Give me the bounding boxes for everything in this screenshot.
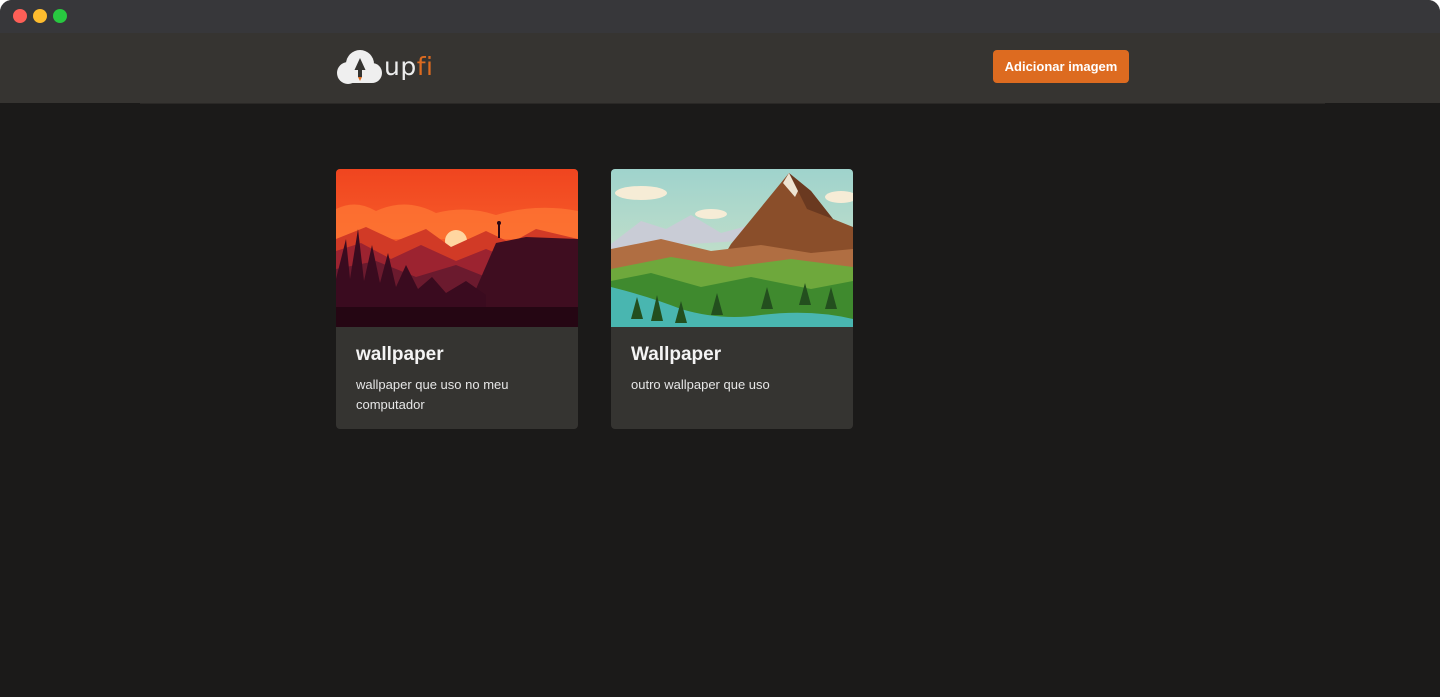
header-divider: [140, 103, 1325, 104]
cloud-upload-icon: [337, 50, 382, 84]
window-minimize-button[interactable]: [33, 9, 47, 23]
card-title: Wallpaper: [631, 344, 722, 365]
window-maximize-button[interactable]: [53, 9, 67, 23]
logo-text-fi: fi: [416, 52, 434, 81]
card-image[interactable]: [336, 169, 578, 327]
card-image[interactable]: [611, 169, 853, 327]
window-close-button[interactable]: [13, 9, 27, 23]
card-title: wallpaper: [356, 344, 444, 365]
image-card[interactable]: wallpaper wallpaper que uso no meu compu…: [336, 169, 578, 429]
card-description: outro wallpaper que uso: [631, 377, 770, 392]
app-header: [0, 33, 1440, 103]
add-image-button[interactable]: Adicionar imagem: [993, 50, 1129, 83]
logo-text: up fi: [384, 52, 433, 82]
window-titlebar: [0, 0, 1440, 33]
card-description: wallpaper que uso no meu computador: [356, 377, 509, 412]
image-card[interactable]: Wallpaper outro wallpaper que uso: [611, 169, 853, 429]
logo[interactable]: up fi: [336, 49, 433, 85]
logo-text-up: up: [384, 52, 417, 81]
browser-window: up fi Adicionar imagem wallpaper wallpap…: [0, 0, 1440, 697]
